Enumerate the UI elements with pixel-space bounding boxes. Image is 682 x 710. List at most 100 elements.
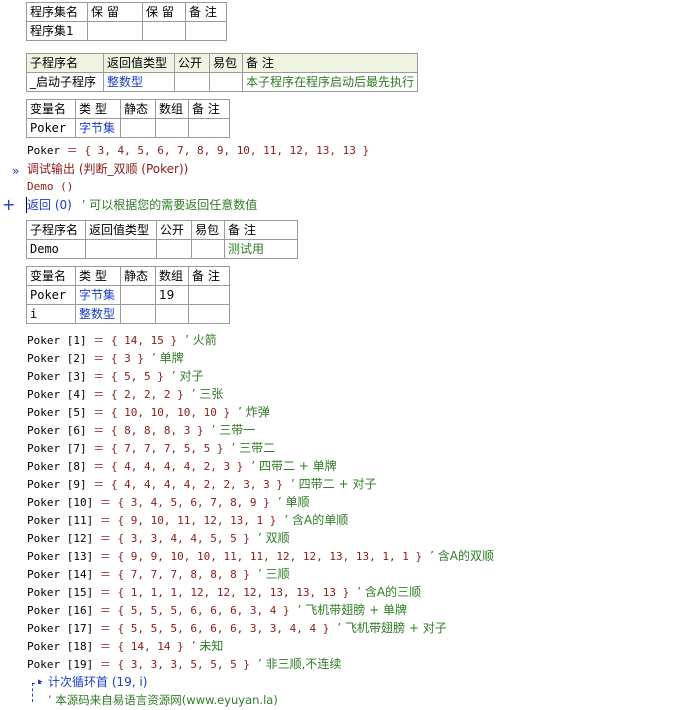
remark-cell[interactable] xyxy=(185,21,227,41)
remark-cell[interactable] xyxy=(188,285,230,305)
remark-cell[interactable]: 本子程序在程序启动后最先执行 xyxy=(241,72,419,92)
var-type-cell[interactable]: 整数型 xyxy=(75,304,121,324)
static-cell[interactable] xyxy=(120,285,156,305)
return-type-cell[interactable]: 整数型 xyxy=(103,72,175,92)
code-line-poker-assign[interactable]: Poker [17] ＝ { 5, 5, 5, 6, 6, 6, 3, 3, 4… xyxy=(27,619,447,637)
subprogram-table-2: 子程序名 返回值类型 公开 易包 备 注 Demo 测试用 xyxy=(26,220,298,259)
public-cell[interactable] xyxy=(156,239,192,259)
poker-assign-expression: Poker [4] ＝ { 2, 2, 2 } xyxy=(27,388,184,401)
code-line-call-demo[interactable]: Demo () xyxy=(27,178,73,196)
assembly-name-cell[interactable]: 程序集1 xyxy=(26,21,88,41)
code-line-poker-assign[interactable]: Poker [4] ＝ { 2, 2, 2 } ’ 三张 xyxy=(27,385,223,403)
poker-assign-expression: Poker [17] ＝ { 5, 5, 5, 6, 6, 6, 3, 3, 4… xyxy=(27,622,330,635)
remark-cell[interactable] xyxy=(188,118,230,138)
poker-assign-comment: ’ 飞机带翅膀 + 对子 xyxy=(337,621,447,635)
var-name-cell[interactable]: Poker xyxy=(26,118,76,138)
col-type: 类 型 xyxy=(75,99,121,119)
poker-assign-comment: ’ 含A的双顺 xyxy=(430,549,494,563)
var-name-cell[interactable]: i xyxy=(26,304,76,324)
poker-assign-expression: Poker [12] ＝ { 3, 3, 4, 4, 5, 5 } xyxy=(27,532,250,545)
col-return-type: 返回值类型 xyxy=(103,53,175,73)
col-array: 数组 xyxy=(155,266,189,286)
poker-assign-comment: ’ 非三顺,不连续 xyxy=(257,657,342,671)
array-cell[interactable] xyxy=(155,118,189,138)
code-line-return[interactable]: 返回 (0) ’ 可以根据您的需要返回任意数值 xyxy=(27,196,257,214)
loop-arrow-icon: ▸ xyxy=(38,677,43,687)
reserved-cell-2[interactable] xyxy=(142,21,186,41)
poker-assign-expression: Poker [9] ＝ { 4, 4, 4, 4, 2, 2, 3, 3 } xyxy=(27,478,284,491)
poker-assign-expression: Poker [5] ＝ { 10, 10, 10, 10 } xyxy=(27,406,231,419)
col-static: 静态 xyxy=(120,99,156,119)
code-line-poker-assign[interactable]: Poker [8] ＝ { 4, 4, 4, 4, 2, 3 } ’ 四带二 + … xyxy=(27,457,337,475)
static-cell[interactable] xyxy=(120,304,156,324)
array-cell[interactable]: 19 xyxy=(155,285,189,305)
col-var-name: 变量名 xyxy=(26,266,76,286)
epackage-cell[interactable] xyxy=(209,72,243,92)
col-var-name: 变量名 xyxy=(26,99,76,119)
poker-assign-comment: ’ 含A的单顺 xyxy=(284,513,349,527)
code-line-poker-assign[interactable]: Poker [6] ＝ { 8, 8, 8, 3 } ’ 三带一 xyxy=(27,421,255,439)
code-line-loop[interactable]: 计次循环首 (19, i) xyxy=(48,673,147,691)
code-line-poker-assign[interactable]: Poker [10] ＝ { 3, 4, 5, 6, 7, 8, 9 } ’ 单顺 xyxy=(27,493,309,511)
poker-assign-expression: Poker [19] ＝ { 3, 3, 3, 5, 5, 5 } xyxy=(27,658,250,671)
variable-table-1: 变量名 类 型 静态 数组 备 注 Poker 字节集 xyxy=(26,99,230,138)
sub-name-cell[interactable]: _启动子程序 xyxy=(26,72,104,92)
col-static: 静态 xyxy=(120,266,156,286)
code-line-poker-assign[interactable]: Poker [3] ＝ { 5, 5 } ’ 对子 xyxy=(27,367,203,385)
poker-assign-comment: ’ 未知 xyxy=(191,639,224,653)
code-line-debug-output[interactable]: 调试输出 (判断_双顺 (Poker)) xyxy=(27,160,188,178)
col-epackage: 易包 xyxy=(209,53,243,73)
code-line-poker-assign[interactable]: Poker [14] ＝ { 7, 7, 7, 8, 8, 8 } ’ 三顺 xyxy=(27,565,290,583)
var-type-cell[interactable]: 字节集 xyxy=(75,285,121,305)
code-line-poker-assign[interactable]: Poker [19] ＝ { 3, 3, 3, 5, 5, 5 } ’ 非三顺,不… xyxy=(27,655,341,673)
poker-assign-comment: ’ 三带二 xyxy=(231,441,276,455)
expand-plus-icon[interactable]: + xyxy=(2,196,15,214)
code-line-poker-assign[interactable]: Poker [7] ＝ { 7, 7, 7, 5, 5 } ’ 三带二 xyxy=(27,439,275,457)
col-sub-name: 子程序名 xyxy=(26,53,104,73)
poker-assign-expression: Poker [16] ＝ { 5, 5, 5, 6, 6, 6, 3, 4 } xyxy=(27,604,290,617)
remark-cell[interactable]: 测试用 xyxy=(224,239,298,259)
poker-assign-expression: Poker [1] ＝ { 14, 15 } xyxy=(27,334,178,347)
col-public: 公开 xyxy=(174,53,210,73)
col-epackage: 易包 xyxy=(191,220,225,240)
poker-assign-expression: Poker [18] ＝ { 14, 14 } xyxy=(27,640,184,653)
variable-table-2: 变量名 类 型 静态 数组 备 注 Poker 字节集 19 i 整数型 xyxy=(26,266,230,324)
col-public: 公开 xyxy=(156,220,192,240)
code-line-poker-assign[interactable]: Poker [9] ＝ { 4, 4, 4, 4, 2, 2, 3, 3 } ’ … xyxy=(27,475,376,493)
code-line-poker-assign[interactable]: Poker [16] ＝ { 5, 5, 5, 6, 6, 6, 3, 4 } ’… xyxy=(27,601,407,619)
remark-cell[interactable] xyxy=(188,304,230,324)
poker-assign-comment: ’ 单牌 xyxy=(151,351,184,365)
poker-assign-comment: ’ 三顺 xyxy=(257,567,290,581)
code-line-poker-assign[interactable]: Poker [15] ＝ { 1, 1, 1, 12, 12, 12, 13, … xyxy=(27,583,421,601)
col-return-type: 返回值类型 xyxy=(85,220,157,240)
code-line-poker-assign[interactable]: Poker [1] ＝ { 14, 15 } ’ 火箭 xyxy=(27,331,217,349)
subprogram-table-1: 子程序名 返回值类型 公开 易包 备 注 _启动子程序 整数型 本子程序在程序启… xyxy=(26,53,419,92)
code-line-poker-assign[interactable]: Poker [2] ＝ { 3 } ’ 单牌 xyxy=(27,349,184,367)
sub-name-cell[interactable]: Demo xyxy=(26,239,86,259)
var-name-cell[interactable]: Poker xyxy=(26,285,76,305)
col-remark: 备 注 xyxy=(188,266,230,286)
assembly-table: 程序集名 保 留 保 留 备 注 程序集1 xyxy=(26,2,227,41)
code-line-assign[interactable]: Poker ＝ { 3, 4, 5, 6, 7, 8, 9, 10, 11, 1… xyxy=(27,142,369,160)
return-type-cell[interactable] xyxy=(85,239,157,259)
var-type-cell[interactable]: 字节集 xyxy=(75,118,121,138)
poker-assign-expression: Poker [3] ＝ { 5, 5 } xyxy=(27,370,164,383)
code-line-footer-comment[interactable]: ’ 本源码来自易语言资源网(www.eyuyan.la) xyxy=(48,691,278,709)
array-cell[interactable] xyxy=(155,304,189,324)
col-reserved-2: 保 留 xyxy=(142,2,186,22)
return-comment: ’ 可以根据您的需要返回任意数值 xyxy=(81,198,258,212)
epackage-cell[interactable] xyxy=(191,239,225,259)
public-cell[interactable] xyxy=(174,72,210,92)
code-line-poker-assign[interactable]: Poker [11] ＝ { 9, 10, 11, 12, 13, 1 } ’ 含… xyxy=(27,511,348,529)
reserved-cell-1[interactable] xyxy=(87,21,143,41)
static-cell[interactable] xyxy=(120,118,156,138)
poker-assign-expression: Poker [8] ＝ { 4, 4, 4, 4, 2, 3 } xyxy=(27,460,244,473)
col-remark: 备 注 xyxy=(185,2,227,22)
code-line-poker-assign[interactable]: Poker [12] ＝ { 3, 3, 4, 4, 5, 5 } ’ 双顺 xyxy=(27,529,290,547)
return-keyword: 返回 (0) xyxy=(27,198,72,212)
code-line-poker-assign[interactable]: Poker [13] ＝ { 9, 9, 10, 10, 11, 11, 12,… xyxy=(27,547,494,565)
poker-assign-expression: Poker [11] ＝ { 9, 10, 11, 12, 13, 1 } xyxy=(27,514,277,527)
col-reserved-1: 保 留 xyxy=(87,2,143,22)
code-line-poker-assign[interactable]: Poker [5] ＝ { 10, 10, 10, 10 } ’ 炸弹 xyxy=(27,403,270,421)
code-line-poker-assign[interactable]: Poker [18] ＝ { 14, 14 } ’ 未知 xyxy=(27,637,223,655)
